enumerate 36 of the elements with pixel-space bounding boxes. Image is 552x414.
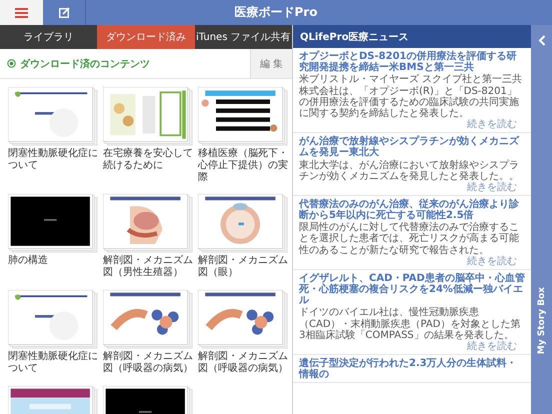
content-title[interactable]: 移植医療（脳死下・心停止下提供）の実際 bbox=[198, 148, 288, 184]
news-headline[interactable]: 代替療法のみのがん治療、従来のがん治療より診断から5年以内に死亡する可能性2.5倍 bbox=[299, 198, 525, 222]
content-title[interactable]: 在宅療養を安心して続けるために bbox=[103, 148, 193, 172]
news-summary: 東北大学は、がん治療において放射線やシスプラチンが効くメカニズムを発見したと発表した。。 bbox=[299, 160, 520, 182]
section-title: ダウンロード済のコンテンツ bbox=[20, 57, 150, 70]
news-header: QLifePro医療ニュース bbox=[293, 25, 531, 48]
menu-button[interactable] bbox=[0, 0, 43, 25]
tab[interactable]: ライブラリ bbox=[0, 25, 98, 49]
side-tab-label: My Story Box bbox=[536, 286, 546, 354]
tab[interactable]: ダウンロード済み bbox=[97, 25, 195, 49]
read-more-link[interactable]: 続きを読む bbox=[467, 119, 525, 130]
content-title[interactable]: 肺の構造 bbox=[8, 255, 98, 267]
content-title[interactable]: 解剖図・メカニズム図（呼吸器の病気） bbox=[198, 351, 288, 375]
read-more-link[interactable]: 続きを読む bbox=[467, 182, 525, 193]
news-headline[interactable]: イグザレルト、CAD・PAD患者の脳卒中・心血管死・心筋梗塞の複合リスクを24%低減ー独バイエル bbox=[299, 272, 525, 306]
content-title[interactable]: 解剖図・メカニズム図（眼） bbox=[198, 255, 288, 279]
edit-icon bbox=[58, 7, 70, 18]
app-title: 医療ボードPro bbox=[234, 4, 318, 21]
read-more-link[interactable]: 続きを読む bbox=[467, 340, 525, 352]
news-headline[interactable]: 遺伝子型決定が行われた2.3万人分の生体試料・情報の bbox=[299, 358, 525, 380]
read-more-link[interactable]: 続きを読む bbox=[467, 256, 525, 267]
news-summary: 米ブリストル・マイヤーズ スクイブ社と第一三共株式会社は、「オプジーボ(R)」と「DS-8201」の併用療法を評価するための臨床試験の共同実施に関する契約を締結したと発表した。 bbox=[299, 74, 524, 119]
tab[interactable]: iTunes ファイル共有 bbox=[194, 25, 292, 49]
menu-icon bbox=[15, 8, 28, 18]
content-title[interactable]: 閉塞性動脈硬化症について bbox=[8, 351, 98, 375]
radio-icon bbox=[7, 59, 16, 68]
side-tab[interactable]: My Story Box bbox=[531, 25, 552, 414]
news-headline[interactable]: がん治療で放射線やシスプラチンが効くメカニズムを発見ー東北大 bbox=[299, 136, 525, 158]
news-headline[interactable]: オプジーボとDS-8201の併用療法を評価する研究開発提携を締結ー米BMSと第一三共 bbox=[299, 51, 525, 74]
news-summary: ドイツのバイエル社は、慢性冠動脈疾患（CAD）・末梢動脈疾患（PAD）を対象とした第3相臨床試験「COMPASS」の結果を発表した。 bbox=[299, 307, 522, 341]
news-summary: 限局性のがんに対して代替療法のみで治療することを選択した患者では、死亡リスクが高まる可能性のあることが新たな研究で報告された。 bbox=[299, 222, 520, 256]
content-title[interactable]: 解剖図・メカニズム図（男性生殖器） bbox=[103, 255, 193, 279]
chevron-left-icon bbox=[538, 35, 546, 46]
content-title[interactable]: 解剖図・メカニズム図（呼吸器の病気） bbox=[103, 351, 193, 375]
edit-button[interactable]: 編 集 bbox=[250, 49, 292, 78]
content-title[interactable]: 閉塞性動脈硬化症について bbox=[8, 148, 98, 172]
